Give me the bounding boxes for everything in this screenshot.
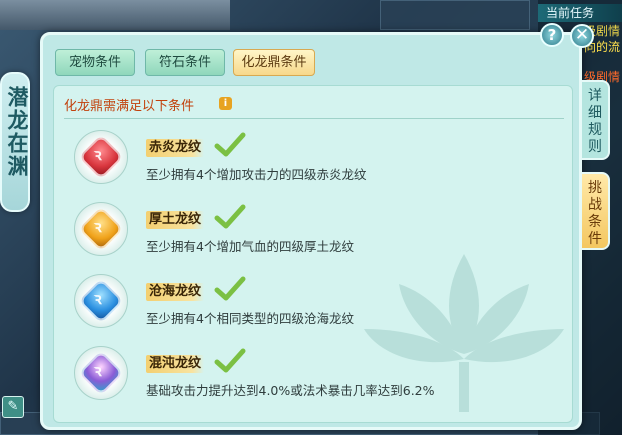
- conditions-panel: 宠物条件 符石条件 化龙鼎条件 化龙鼎需满足以下条件 i ꝛ 赤炎龙纹 至少拥有…: [40, 32, 582, 430]
- requirement-desc: 至少拥有4个增加攻击力的四级赤炎龙纹: [146, 167, 367, 182]
- dragon-glyph-icon: ꝛ: [94, 217, 102, 236]
- side-title: 潜龙在渊: [0, 72, 30, 212]
- quest-header: 当前任务: [538, 4, 622, 22]
- gem-slot[interactable]: ꝛ: [74, 202, 128, 256]
- conditions-content: 化龙鼎需满足以下条件 i ꝛ 赤炎龙纹 至少拥有4个增加攻击力的四级赤炎龙纹 ꝛ: [53, 85, 573, 423]
- requirement-name: 混沌龙纹: [146, 355, 205, 373]
- checkmark-icon: [214, 276, 246, 301]
- requirement-desc: 至少拥有4个相同类型的四级沧海龙纹: [146, 311, 354, 326]
- tab-rune-conditions[interactable]: 符石条件: [145, 49, 225, 76]
- requirement-row: ꝛ 沧海龙纹 至少拥有4个相同类型的四级沧海龙纹: [74, 274, 554, 344]
- requirement-name: 赤炎龙纹: [146, 139, 205, 157]
- tab-challenge-conditions[interactable]: 挑战条件: [582, 172, 610, 250]
- requirement-desc: 基础攻击力提升达到4.0%或法术暴击几率达到6.2%: [146, 383, 435, 398]
- gem-slot[interactable]: ꝛ: [74, 274, 128, 328]
- dragon-glyph-icon: ꝛ: [94, 145, 102, 164]
- side-title-text: 潜龙在渊: [5, 86, 30, 178]
- requirement-row: ꝛ 厚土龙纹 至少拥有4个增加气血的四级厚土龙纹: [74, 202, 554, 272]
- gem-slot[interactable]: ꝛ: [74, 130, 128, 184]
- divider: [64, 118, 564, 119]
- requirement-desc: 至少拥有4个增加气血的四级厚土龙纹: [146, 239, 354, 254]
- edit-icon[interactable]: ✎: [2, 396, 24, 418]
- tab-detailed-rules[interactable]: 详细规则: [582, 80, 610, 160]
- requirement-name: 沧海龙纹: [146, 283, 205, 301]
- checkmark-icon: [214, 204, 246, 229]
- tab-dragon-cauldron-conditions[interactable]: 化龙鼎条件: [233, 49, 315, 76]
- gem-slot[interactable]: ꝛ: [74, 346, 128, 400]
- requirement-name: 厚土龙纹: [146, 211, 205, 229]
- dragon-glyph-icon: ꝛ: [94, 361, 102, 380]
- checkmark-icon: [214, 348, 246, 373]
- dragon-glyph-icon: ꝛ: [94, 289, 102, 308]
- tab-pet-conditions[interactable]: 宠物条件: [55, 49, 135, 76]
- checkmark-icon: [214, 132, 246, 157]
- background-building: [380, 0, 530, 30]
- info-icon[interactable]: i: [219, 97, 232, 110]
- requirement-row: ꝛ 赤炎龙纹 至少拥有4个增加攻击力的四级赤炎龙纹: [74, 130, 554, 200]
- help-icon[interactable]: ?: [540, 23, 564, 47]
- close-icon[interactable]: ✕: [570, 24, 594, 48]
- conditions-title: 化龙鼎需满足以下条件: [64, 99, 195, 114]
- requirement-row: ꝛ 混沌龙纹 基础攻击力提升达到4.0%或法术暴击几率达到6.2%: [74, 346, 554, 416]
- background-roof: [0, 0, 230, 30]
